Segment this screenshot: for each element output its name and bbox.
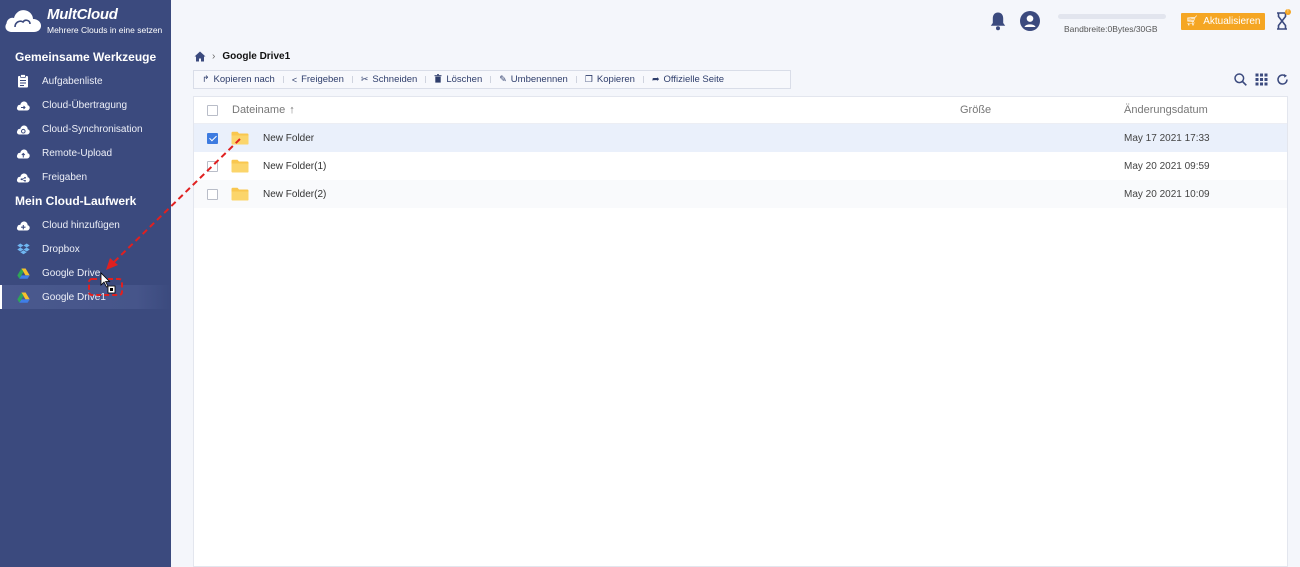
file-list: Dateiname ↑ Größe Änderungsdatum New Fold… (193, 96, 1288, 567)
column-name[interactable]: Dateiname ↑ (232, 104, 295, 116)
sidebar-item-shares[interactable]: Freigaben (0, 165, 171, 189)
upgrade-button[interactable]: 🛒︎ Aktualisieren (1181, 13, 1265, 30)
rename-button[interactable]: ✎ Umbenennen (491, 71, 577, 88)
home-icon[interactable] (194, 51, 206, 62)
copy-to-button[interactable]: ↱ Kopieren nach (194, 71, 284, 88)
sidebar-item-label: Remote-Upload (42, 147, 113, 159)
cut-button[interactable]: ✂ Schneiden (353, 71, 427, 88)
sidebar-item-label: Cloud hinzufügen (42, 219, 120, 231)
official-site-label: Offizielle Seite (663, 74, 725, 85)
delete-button[interactable]: Löschen (426, 71, 492, 88)
column-name-label: Dateiname (232, 104, 286, 116)
sidebar-item-label: Cloud-Synchronisation (42, 123, 143, 135)
column-size[interactable]: Größe (960, 104, 991, 116)
pencil-icon: ✎ (499, 74, 507, 84)
sidebar-item-label: Cloud-Übertragung (42, 99, 128, 111)
breadcrumb-current[interactable]: Google Drive1 (222, 51, 290, 62)
sidebar: MultCloud Mehrere Clouds in eine setzen … (0, 0, 171, 567)
sidebar-item-add-cloud[interactable]: Cloud hinzufügen (0, 213, 171, 237)
view-tools (1234, 73, 1289, 86)
user-avatar-icon[interactable] (1020, 11, 1040, 31)
row-checkbox[interactable] (207, 132, 218, 144)
official-site-button[interactable]: ➦ Offizielle Seite (644, 71, 733, 88)
section-title-drives: Mein Cloud-Laufwerk (15, 194, 137, 208)
sidebar-item-dropbox[interactable]: Dropbox (0, 237, 171, 261)
share-button[interactable]: < Freigeben (284, 71, 353, 88)
cloud-add-icon (16, 218, 30, 232)
row-checkbox[interactable] (207, 160, 218, 172)
column-date[interactable]: Änderungsdatum (1124, 104, 1208, 116)
refresh-icon[interactable] (1276, 73, 1289, 86)
upgrade-button-label: Aktualisieren (1203, 16, 1261, 27)
cloud-sync-icon (16, 122, 30, 136)
sidebar-item-label: Aufgabenliste (42, 75, 103, 87)
file-row[interactable]: New Folder May 17 2021 17:33 (194, 124, 1287, 152)
sidebar-item-task-list[interactable]: Aufgabenliste (0, 69, 171, 93)
dropbox-icon (16, 242, 30, 256)
section-title-tools: Gemeinsame Werkzeuge (15, 50, 157, 64)
bandwidth-text: Bandbreite:0Bytes/30GB (1064, 24, 1158, 34)
rename-label: Umbenennen (510, 74, 568, 85)
top-bar: Bandbreite:0Bytes/30GB 🛒︎ Aktualisieren … (171, 0, 1300, 42)
scissors-icon: ✂ (360, 74, 369, 84)
bandwidth-progress-bar (1058, 14, 1166, 19)
sidebar-item-label: Freigaben (42, 171, 88, 183)
external-link-icon: ➦ (651, 74, 660, 84)
copy-icon: ❐ (584, 74, 593, 84)
select-all-checkbox[interactable] (207, 104, 218, 116)
folder-icon (231, 187, 249, 201)
trash-icon (434, 74, 442, 85)
sidebar-item-remote-upload[interactable]: Remote-Upload (0, 141, 171, 165)
folder-icon (231, 131, 249, 145)
file-date: May 17 2021 17:33 (1124, 132, 1210, 144)
sidebar-item-google-drive1[interactable]: Google Drive1 (0, 285, 171, 309)
brand[interactable]: MultCloud Mehrere Clouds in eine setzen (0, 0, 171, 42)
chevron-right-icon: › (212, 50, 216, 62)
cloud-share-icon (16, 170, 30, 184)
brand-tagline: Mehrere Clouds in eine setzen (47, 24, 163, 35)
row-checkbox[interactable] (207, 188, 218, 200)
delete-label: Löschen (446, 74, 483, 85)
cloud-upload-icon (16, 146, 30, 160)
sidebar-item-cloud-transfer[interactable]: Cloud-Übertragung (0, 93, 171, 117)
breadcrumb: › Google Drive1 (194, 49, 290, 63)
folder-icon (231, 159, 249, 173)
google-drive-icon (16, 266, 30, 280)
sidebar-item-label: Google Drive1 (42, 291, 106, 303)
copy-button[interactable]: ❐ Kopieren (577, 71, 645, 88)
copy-to-label: Kopieren nach (213, 74, 275, 85)
cut-label: Schneiden (372, 74, 418, 85)
multcloud-logo-icon (5, 10, 42, 32)
sort-ascending-icon: ↑ (289, 104, 295, 116)
file-toolbar: ↱ Kopieren nach < Freigeben ✂ Schneiden … (193, 70, 791, 89)
google-drive-icon (16, 290, 30, 304)
notification-bell-icon[interactable] (989, 11, 1007, 31)
sidebar-item-cloud-sync[interactable]: Cloud-Synchronisation (0, 117, 171, 141)
task-badge: ! (1285, 9, 1291, 15)
sidebar-item-google-drive[interactable]: Google Drive (0, 261, 171, 285)
file-row[interactable]: New Folder(2) May 20 2021 10:09 (194, 180, 1287, 208)
share-icon: < (291, 74, 298, 85)
file-date: May 20 2021 10:09 (1124, 188, 1210, 200)
file-date: May 20 2021 09:59 (1124, 160, 1210, 172)
cloud-transfer-icon (16, 98, 30, 112)
file-row[interactable]: New Folder(1) May 20 2021 09:59 (194, 152, 1287, 180)
grid-view-icon[interactable] (1255, 73, 1268, 86)
search-icon[interactable] (1234, 73, 1247, 86)
copy-to-icon: ↱ (202, 74, 210, 84)
sidebar-item-label: Google Drive (42, 267, 101, 279)
share-label: Freigeben (301, 74, 344, 85)
copy-label: Kopieren (596, 74, 635, 85)
file-name[interactable]: New Folder (263, 133, 314, 144)
file-name[interactable]: New Folder(2) (263, 189, 326, 200)
file-list-header: Dateiname ↑ Größe Änderungsdatum (194, 97, 1287, 124)
clipboard-icon (16, 74, 30, 88)
sidebar-item-label: Dropbox (42, 243, 80, 255)
cart-icon: 🛒︎ (1185, 16, 1199, 27)
file-name[interactable]: New Folder(1) (263, 161, 326, 172)
brand-name: MultCloud (47, 6, 118, 24)
